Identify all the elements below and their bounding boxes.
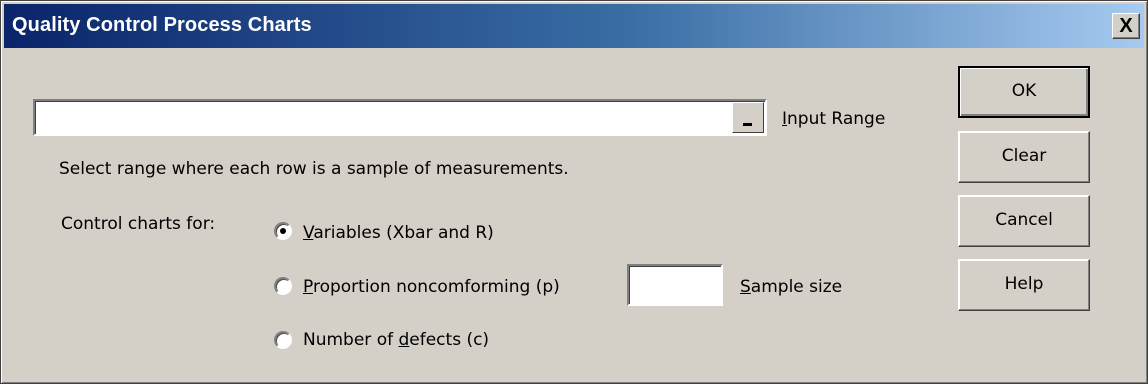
- option-proportion-label[interactable]: Proportion noncomforming (p): [303, 277, 560, 297]
- ok-button[interactable]: OK: [958, 66, 1090, 118]
- radio-proportion[interactable]: [274, 277, 292, 295]
- range-select-button[interactable]: [732, 102, 764, 133]
- radio-defects[interactable]: [274, 331, 292, 349]
- cancel-button[interactable]: Cancel: [958, 195, 1090, 247]
- collapse-dialog-icon: [743, 123, 752, 126]
- input-range-label: Input Range: [782, 109, 886, 129]
- clear-button[interactable]: Clear: [958, 131, 1090, 183]
- option-defects-label[interactable]: Number of defects (c): [303, 330, 489, 350]
- close-button[interactable]: X: [1112, 13, 1140, 39]
- sample-size-field[interactable]: [627, 264, 723, 306]
- dialog-title: Quality Control Process Charts: [12, 14, 312, 36]
- dialog-window: Quality Control Process Charts X Input R…: [0, 0, 1148, 384]
- option-variables-label[interactable]: Variables (Xbar and R): [303, 223, 494, 243]
- instruction-text: Select range where each row is a sample …: [59, 159, 569, 179]
- radio-variables[interactable]: [274, 222, 292, 240]
- title-bar[interactable]: Quality Control Process Charts X: [4, 4, 1144, 48]
- control-charts-label: Control charts for:: [61, 214, 216, 234]
- help-button[interactable]: Help: [958, 259, 1090, 311]
- input-range-field[interactable]: [33, 99, 767, 136]
- close-icon: X: [1119, 15, 1133, 37]
- sample-size-label: Sample size: [740, 277, 843, 297]
- radio-selected-dot: [280, 228, 286, 234]
